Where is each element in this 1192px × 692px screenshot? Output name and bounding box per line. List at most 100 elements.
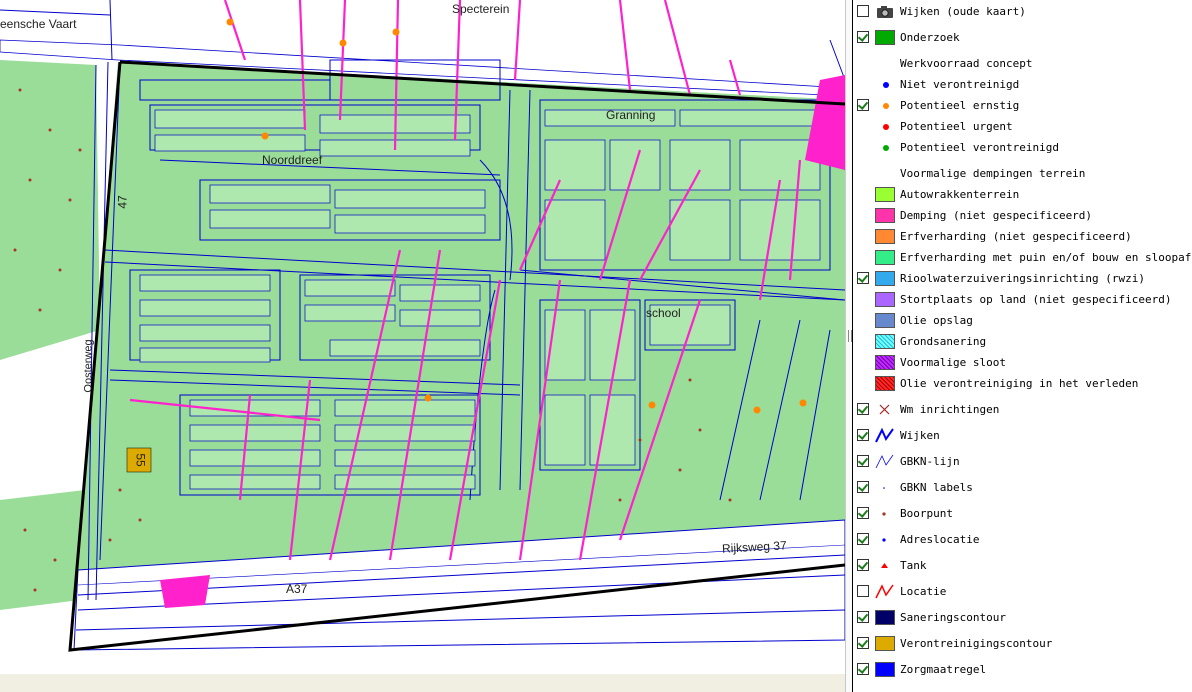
legend-label: GBKN-lijn (900, 455, 960, 468)
legend-label: Autowrakkenterrein (900, 188, 1020, 201)
pattern-red-swatch (875, 376, 895, 391)
label-street-top: Specterein (452, 2, 510, 16)
legend-item-saneringscontour[interactable]: Saneringscontour (853, 608, 1192, 628)
legend-item-potentieel-ernstig[interactable]: Potentieel ernstig (853, 96, 1192, 116)
tiny-dot-icon (875, 480, 895, 495)
legend-label: Potentieel urgent (900, 120, 1013, 133)
small-dot-blue-icon (875, 532, 895, 547)
label-west-road: Oosterweg (82, 339, 95, 393)
layer-checkbox[interactable] (857, 481, 869, 493)
label-a37: A37 (286, 582, 308, 596)
pattern-cyan-swatch (875, 334, 895, 349)
layer-checkbox[interactable] (857, 31, 869, 43)
small-dot-brown-icon (875, 506, 895, 521)
legend-item-onderzoek[interactable]: Onderzoek (853, 28, 1192, 48)
panel-splitter[interactable] (845, 0, 852, 692)
label-school: school (646, 306, 681, 320)
color-swatch (875, 636, 895, 651)
map-graphics[interactable] (0, 0, 845, 674)
layer-checkbox[interactable] (857, 637, 869, 649)
legend-item-potentieel-urgent[interactable]: Potentieel urgent (853, 117, 1192, 137)
legend-item-olie-verontreiniging-in-het-verleden[interactable]: Olie verontreiniging in het verleden (853, 374, 1192, 394)
layer-checkbox[interactable] (857, 507, 869, 519)
color-swatch (875, 313, 895, 328)
legend-item-potentieel-verontreinigd[interactable]: Potentieel verontreinigd (853, 138, 1192, 158)
legend-item-werkvoorraad-concept: Werkvoorraad concept (853, 54, 1192, 74)
legend-label: Wm inrichtingen (900, 403, 1000, 416)
legend-label: Werkvoorraad concept (900, 57, 1033, 70)
legend-label: Onderzoek (900, 31, 960, 44)
legend-label: Potentieel verontreinigd (900, 141, 1059, 154)
legend-item-locatie[interactable]: Locatie (853, 582, 1192, 602)
green-area-west-top (0, 60, 100, 360)
color-swatch (875, 187, 895, 202)
legend-item-wijken[interactable]: Wijken (853, 426, 1192, 446)
legend-item-demping-niet-gespecificeerd[interactable]: Demping (niet gespecificeerd) (853, 206, 1192, 226)
label-vaart: eensche Vaart (0, 17, 77, 31)
legend-label: Grondsanering (900, 335, 987, 348)
legend-label: Locatie (900, 585, 947, 598)
cross-icon (875, 402, 895, 417)
legend-label: Potentieel ernstig (900, 99, 1020, 112)
color-swatch (875, 208, 895, 223)
legend-item-autowrakkenterrein[interactable]: Autowrakkenterrein (853, 185, 1192, 205)
dot-icon (875, 140, 895, 155)
legend-item-adreslocatie[interactable]: Adreslocatie (853, 530, 1192, 550)
color-swatch (875, 250, 895, 265)
legend-item-wm-inrichtingen[interactable]: Wm inrichtingen (853, 400, 1192, 420)
pink-zone-south (160, 575, 210, 608)
legend-label: Adreslocatie (900, 533, 980, 546)
map-canvas[interactable]: eensche Vaart Specterein Noorddreef Gran… (0, 0, 845, 674)
legend-item-olie-opslag[interactable]: Olie opslag (853, 311, 1192, 331)
legend-label: Erfverharding met puin en/of bouw en slo… (900, 251, 1192, 264)
layer-checkbox[interactable] (857, 533, 869, 545)
legend-label: Wijken (oude kaart) (900, 5, 1026, 18)
layer-checkbox[interactable] (857, 99, 869, 111)
legend-item-wijken-oude-kaart[interactable]: Wijken (oude kaart) (853, 2, 1192, 22)
dot-icon (875, 119, 895, 134)
legend-label: Stortplaats op land (niet gespecificeerd… (900, 293, 1172, 306)
label-noorddreef: Noorddreef (262, 153, 323, 167)
legend-item-voormalige-sloot[interactable]: Voormalige sloot (853, 353, 1192, 373)
camera-icon (875, 4, 895, 19)
green-area-west-bottom (0, 490, 85, 610)
legend-item-stortplaats-op-land-niet-gespecificeerd[interactable]: Stortplaats op land (niet gespecificeerd… (853, 290, 1192, 310)
legend-item-erfverharding-met-puin-en-of-bouw-en-sloopafval[interactable]: Erfverharding met puin en/of bouw en slo… (853, 248, 1192, 268)
legend-label: Niet verontreinigd (900, 78, 1020, 91)
legend-item-voormalige-dempingen-terrein: Voormalige dempingen terrein (853, 164, 1192, 184)
legend-item-gbkn-labels[interactable]: GBKN labels (853, 478, 1192, 498)
legend-item-boorpunt[interactable]: Boorpunt (853, 504, 1192, 524)
layer-checkbox[interactable] (857, 403, 869, 415)
line-red-icon (875, 584, 895, 599)
layer-checkbox[interactable] (857, 559, 869, 571)
legend-item-erfverharding-niet-gespecificeerd[interactable]: Erfverharding (niet gespecificeerd) (853, 227, 1192, 247)
layer-checkbox[interactable] (857, 272, 869, 284)
line-blue-thick-icon (875, 427, 895, 443)
layer-checkbox[interactable] (857, 429, 869, 441)
color-swatch (875, 292, 895, 307)
legend-label: Rioolwaterzuiveringsinrichting (rwzi) (900, 272, 1146, 285)
legend-label: Saneringscontour (900, 611, 1006, 624)
legend-item-niet-verontreinigd[interactable]: Niet verontreinigd (853, 75, 1192, 95)
layer-checkbox[interactable] (857, 455, 869, 467)
legend-label: Olie verontreiniging in het verleden (900, 377, 1139, 390)
color-swatch (875, 229, 895, 244)
color-swatch (875, 30, 895, 45)
layer-checkbox[interactable] (857, 585, 869, 597)
legend-label: Voormalige dempingen terrein (900, 167, 1086, 180)
legend-label: Voormalige sloot (900, 356, 1006, 369)
legend-item-gbkn-lijn[interactable]: GBKN-lijn (853, 452, 1192, 472)
legend-item-zorgmaatregel[interactable]: Zorgmaatregel (853, 660, 1192, 680)
legend-item-verontreinigingscontour[interactable]: Verontreinigingscontour (853, 634, 1192, 654)
layer-checkbox[interactable] (857, 5, 869, 17)
layer-checkbox[interactable] (857, 611, 869, 623)
layer-checkbox[interactable] (857, 663, 869, 675)
color-swatch (875, 610, 895, 625)
legend-label: Demping (niet gespecificeerd) (900, 209, 1093, 222)
legend-item-grondsanering[interactable]: Grondsanering (853, 332, 1192, 352)
label-47: 47 (115, 195, 130, 209)
legend-label: Olie opslag (900, 314, 973, 327)
legend-item-tank[interactable]: Tank (853, 556, 1192, 576)
legend-item-rioolwaterzuiveringsinrichting-rwzi[interactable]: Rioolwaterzuiveringsinrichting (rwzi) (853, 269, 1192, 289)
legend-label: Verontreinigingscontour (900, 637, 1053, 650)
